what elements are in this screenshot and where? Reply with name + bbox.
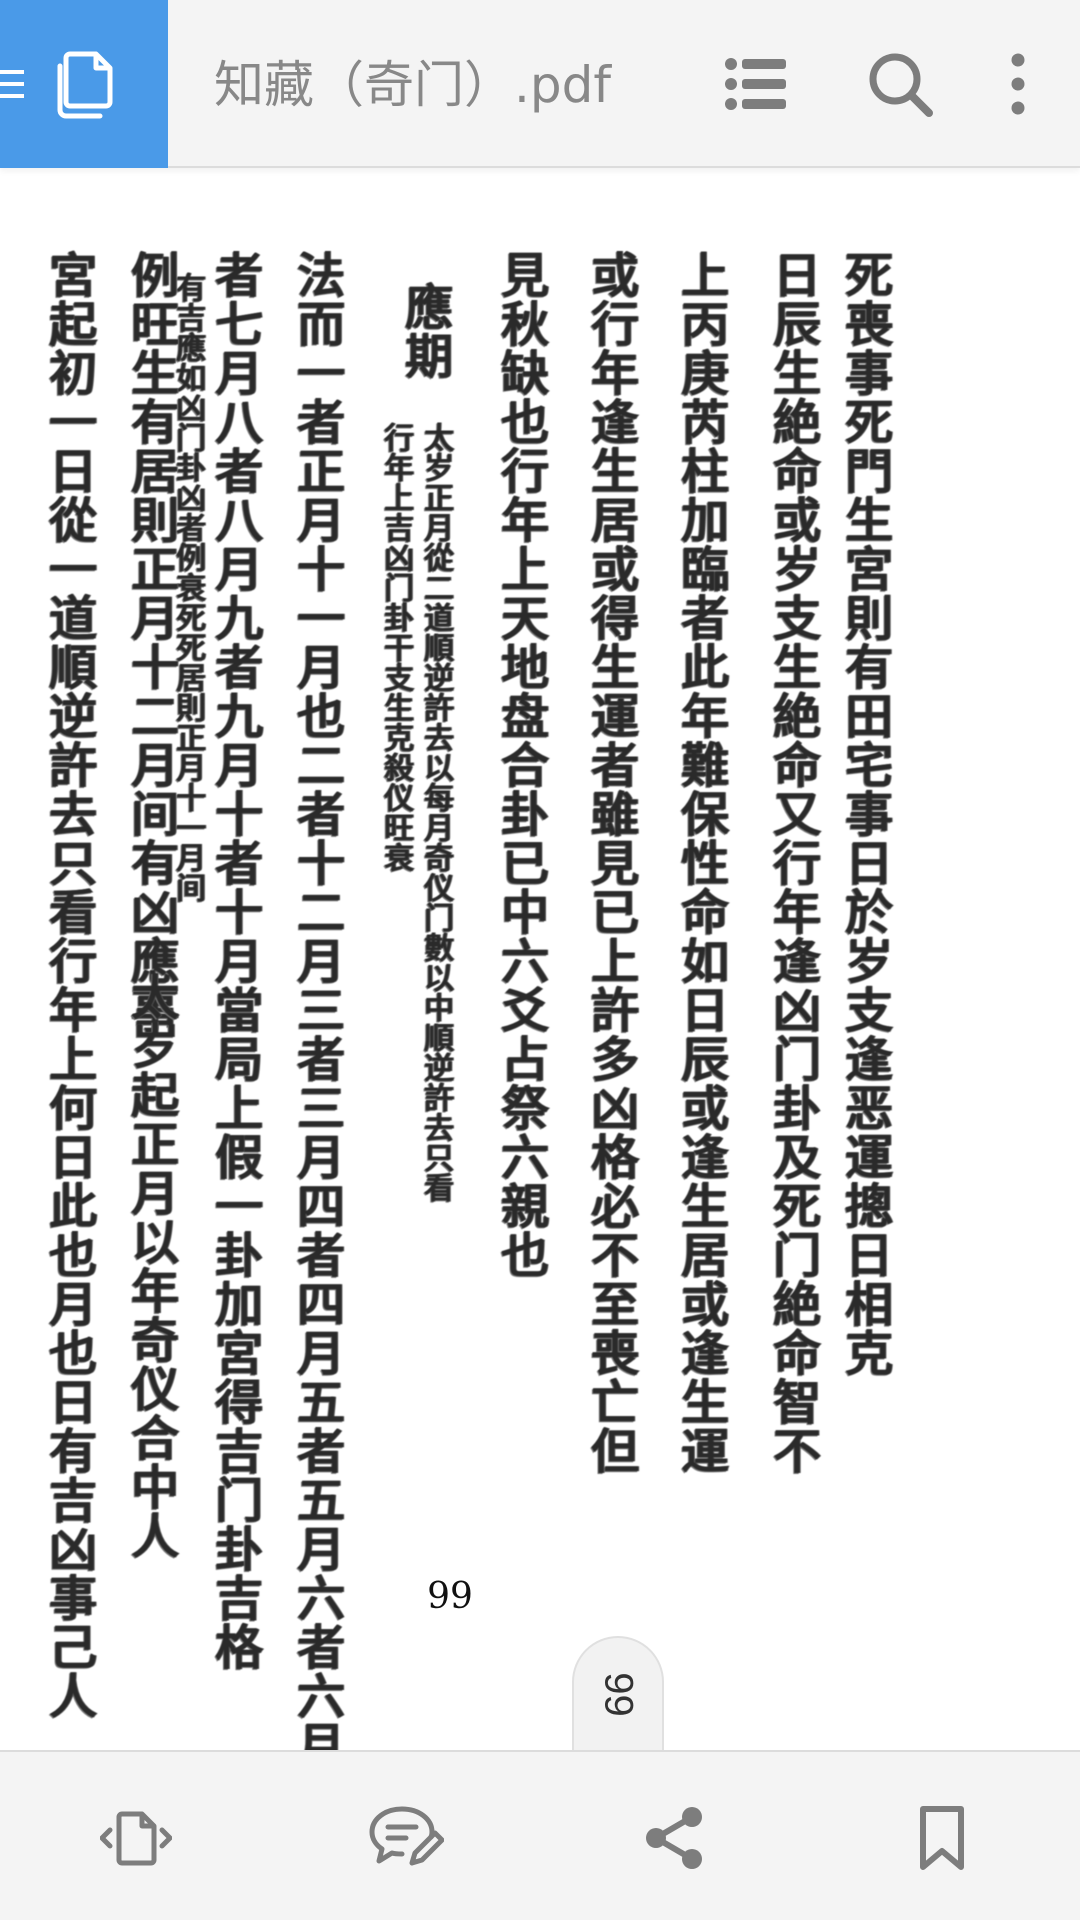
text-column: 或行年逢生居或得生運者雖見已上許多凶格必不至喪亡但	[582, 250, 638, 1475]
bookmark-icon	[920, 1806, 964, 1870]
text-column: 日辰生絶命或岁支生絶命又行年逢凶门卦及死门絶命智不	[764, 250, 820, 1475]
page-navigate-icon	[100, 1811, 172, 1866]
comment-edit-icon	[369, 1806, 444, 1866]
pdf-viewer: 知藏（奇门）.pdf 死喪事死門生宮則有田宅事日於岁支逢恶運摠日相克 日辰生絶命…	[0, 0, 1080, 1920]
text-column: 宮起初一日從一道順逆許去只看行年上何日此也月也日有吉凶事己人	[40, 250, 96, 1720]
search-button[interactable]	[862, 46, 938, 122]
copy-icon	[57, 51, 113, 119]
share-button[interactable]	[626, 1790, 722, 1886]
scanned-manuscript: 死喪事死門生宮則有田宅事日於岁支逢恶運摠日相克 日辰生絶命或岁支生絶命又行年逢凶…	[22, 212, 898, 1818]
text-column-heading: 應期	[396, 282, 452, 380]
document-page[interactable]: 死喪事死門生宮則有田宅事日於岁支逢恶運摠日相克 日辰生絶命或岁支生絶命又行年逢凶…	[0, 172, 1080, 1818]
outline-button[interactable]	[718, 46, 794, 122]
page-indicator-tab[interactable]: 99	[572, 1636, 664, 1750]
text-column-note: 行年上吉凶门卦干支生克殺仪旺衰	[378, 422, 413, 872]
annotate-button[interactable]	[358, 1790, 454, 1886]
text-column: 見秋缺也行年上天地盘合卦已中六爻占祭六親也	[492, 250, 548, 1279]
text-column: 者七月八者八月九者九月十者十月當局上假一卦加宮得吉门卦吉格	[206, 250, 262, 1671]
text-column: 太岁起正月以年奇仪合中人	[122, 972, 178, 1560]
text-column: 例旺生有居則正月十二月间有凶應事	[122, 250, 178, 1034]
document-title: 知藏（奇门）.pdf	[214, 56, 611, 114]
page-number: 99	[427, 1576, 473, 1617]
page-navigate-button[interactable]	[88, 1790, 184, 1886]
list-icon	[725, 58, 786, 110]
text-column-note: 太岁正月從二道順逆許去以每月奇仪门數以中順逆許去只看	[418, 422, 453, 1202]
text-column: 死喪事死門生宮則有田宅事日於岁支逢恶運摠日相克	[836, 250, 892, 1377]
more-button[interactable]	[980, 46, 1056, 122]
menu-icon	[0, 70, 24, 98]
page-indicator-label: 99	[596, 1672, 641, 1717]
share-icon	[646, 1807, 702, 1869]
search-icon	[869, 53, 933, 117]
bottom-toolbar	[0, 1750, 1080, 1920]
text-column: 上丙庚芮柱加臨者此年難保性命如日辰或逢生居或逢生運	[672, 250, 728, 1475]
bookmark-button[interactable]	[894, 1790, 990, 1886]
text-column: 法而一者正月十一月也二者十二月三者三月四者四月五者五月六者六月七	[288, 250, 344, 1818]
nav-drawer-button[interactable]	[0, 0, 168, 168]
top-app-bar: 知藏（奇门）.pdf	[0, 0, 1080, 168]
more-vertical-icon	[1011, 53, 1025, 115]
